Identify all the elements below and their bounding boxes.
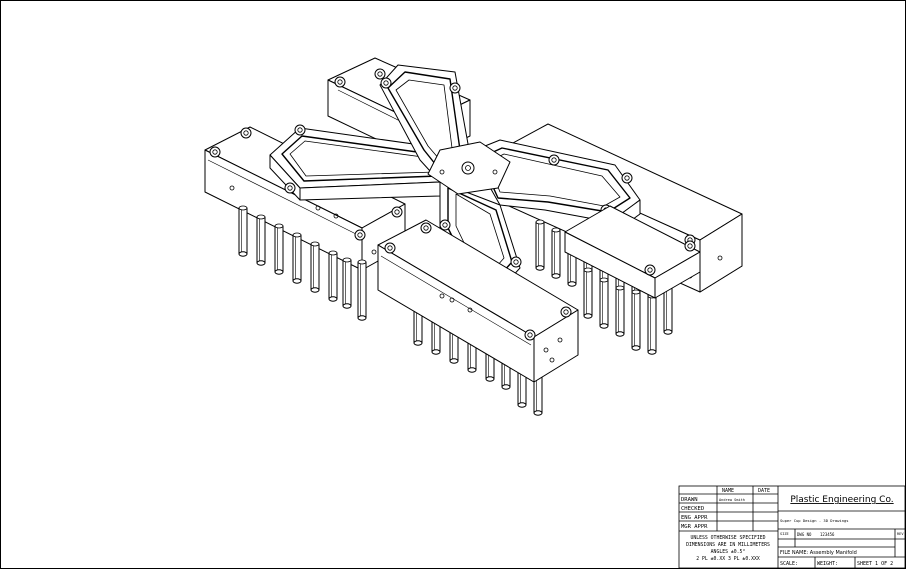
tb-note-2: DIMENSIONS ARE IN MILLIMETERS (686, 542, 770, 548)
tb-weight: WEIGHT: (817, 561, 838, 567)
tb-row-label-mgr-appr: MGR APPR (681, 524, 708, 530)
tb-note-1: UNLESS OTHERWISE SPECIFIED (690, 535, 765, 541)
tb-row-name-drawn: Andrew Smith (719, 498, 745, 502)
tb-title-line: Super Cup Design - 3D Drawings (780, 518, 849, 523)
tb-header-date: DATE (758, 488, 770, 494)
tb-sheet: SHEET 1 OF 2 (857, 561, 893, 567)
tb-company-name: Plastic Engineering Co. (790, 495, 893, 505)
tb-scale: SCALE: (780, 561, 798, 567)
tb-note-3: ANGLES ±0.5° (711, 549, 746, 555)
manifold-assembly-drawing (204, 57, 743, 416)
tb-dwg-no-label: DWG NO (797, 532, 812, 537)
tb-size-label: SIZE (780, 532, 789, 536)
tb-row-label-drawn: DRAWN (681, 497, 698, 503)
title-block-text: NAME DATE DRAWN Andrew Smith CHECKED ENG… (681, 488, 904, 567)
tb-dwg-no: 123456 (820, 532, 835, 537)
tb-rev-label: REV (897, 532, 904, 536)
tb-header-name: NAME (722, 488, 734, 494)
tb-note-4: 2 PL ±0.XX 3 PL ±0.XXX (696, 556, 760, 562)
tb-row-label-checked: CHECKED (681, 506, 704, 512)
tb-file-name: FILE NAME: Assembly Manifold (780, 550, 857, 556)
tb-row-label-eng-appr: ENG APPR (681, 515, 708, 521)
drawing-sheet: NAME DATE DRAWN Andrew Smith CHECKED ENG… (0, 0, 906, 569)
